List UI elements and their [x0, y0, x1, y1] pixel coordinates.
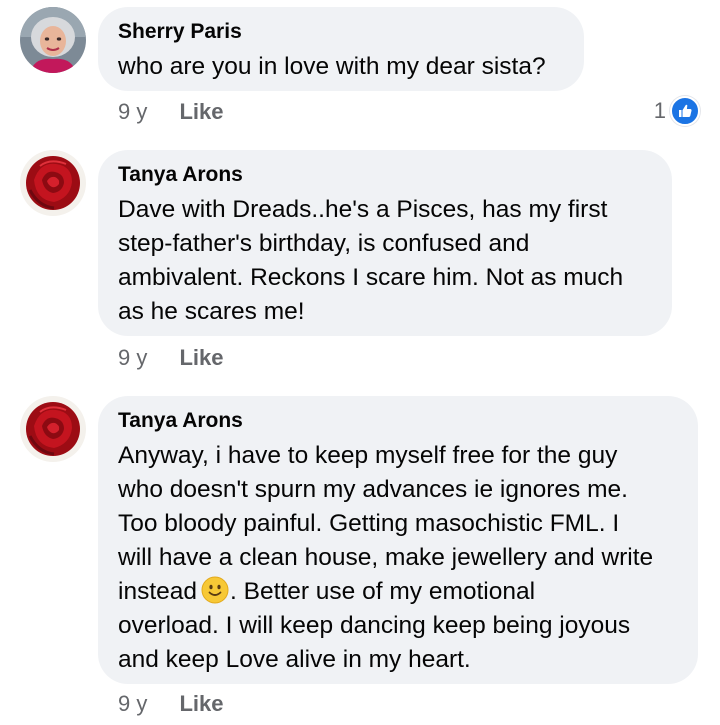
comment-age[interactable]: 9 y: [118, 691, 147, 717]
avatar[interactable]: [20, 7, 86, 73]
red-rose-icon: [20, 150, 86, 216]
comment-bubble: Sherry Paris who are you in love with my…: [98, 7, 584, 91]
like-button[interactable]: Like: [179, 691, 223, 717]
comment-text-line: will have a clean house, make jewellery …: [118, 544, 654, 571]
comment-actions: 9 y Like: [118, 345, 224, 371]
like-button[interactable]: Like: [179, 345, 223, 371]
comment-age[interactable]: 9 y: [118, 345, 147, 371]
red-rose-icon: [20, 396, 86, 462]
reaction-count: 1: [653, 98, 666, 123]
comment-text-line: overload. I will keep dancing keep being…: [118, 612, 631, 639]
comment-author[interactable]: Sherry Paris: [118, 19, 562, 45]
comment-text-line: ambivalent. Reckons I scare him. Not as …: [118, 264, 624, 291]
comment-text-line: step-father's birthday, is confused and: [118, 230, 530, 257]
like-thumbs-up-icon: [670, 96, 700, 126]
comment-actions: 9 y Like: [118, 691, 224, 717]
comment-author[interactable]: Tanya Arons: [118, 162, 650, 188]
like-button[interactable]: Like: [179, 99, 223, 125]
comment-text-line: Dave with Dreads..he's a Pisces, has my …: [118, 196, 608, 223]
avatar[interactable]: [20, 150, 86, 216]
comment-text-line: and keep Love alive in my heart.: [118, 646, 471, 673]
comment-text: Anyway, i have to keep myself free for t…: [118, 439, 676, 677]
comment-text-line: Anyway, i have to keep myself free for t…: [118, 442, 618, 469]
profile-photo-icon: [20, 7, 86, 73]
reaction-summary[interactable]: 1: [654, 96, 700, 126]
comment-text-line: as he scares me!: [118, 298, 305, 325]
comment-text-line: instead . Better use of my emotional: [118, 575, 676, 609]
comment-actions: 9 y Like: [118, 99, 224, 125]
comment-text-fragment: instead: [118, 578, 198, 605]
comment-bubble: Tanya Arons Dave with Dreads..he's a Pis…: [98, 150, 672, 336]
comment-text-line: who doesn't spurn my advances ie ignores…: [118, 476, 628, 503]
comment-text: Dave with Dreads..he's a Pisces, has my …: [118, 193, 650, 329]
comment-text-line: Too bloody painful. Getting masochistic …: [118, 510, 620, 537]
comment-text: who are you in love with my dear sista?: [118, 53, 546, 80]
slightly-smiling-face-emoji: [201, 576, 229, 604]
comment-bubble: Tanya Arons Anyway, i have to keep mysel…: [98, 396, 698, 684]
avatar[interactable]: [20, 396, 86, 462]
comment-age[interactable]: 9 y: [118, 99, 147, 125]
comment-text-fragment: . Better use of my emotional: [230, 578, 536, 605]
comment-author[interactable]: Tanya Arons: [118, 408, 676, 434]
